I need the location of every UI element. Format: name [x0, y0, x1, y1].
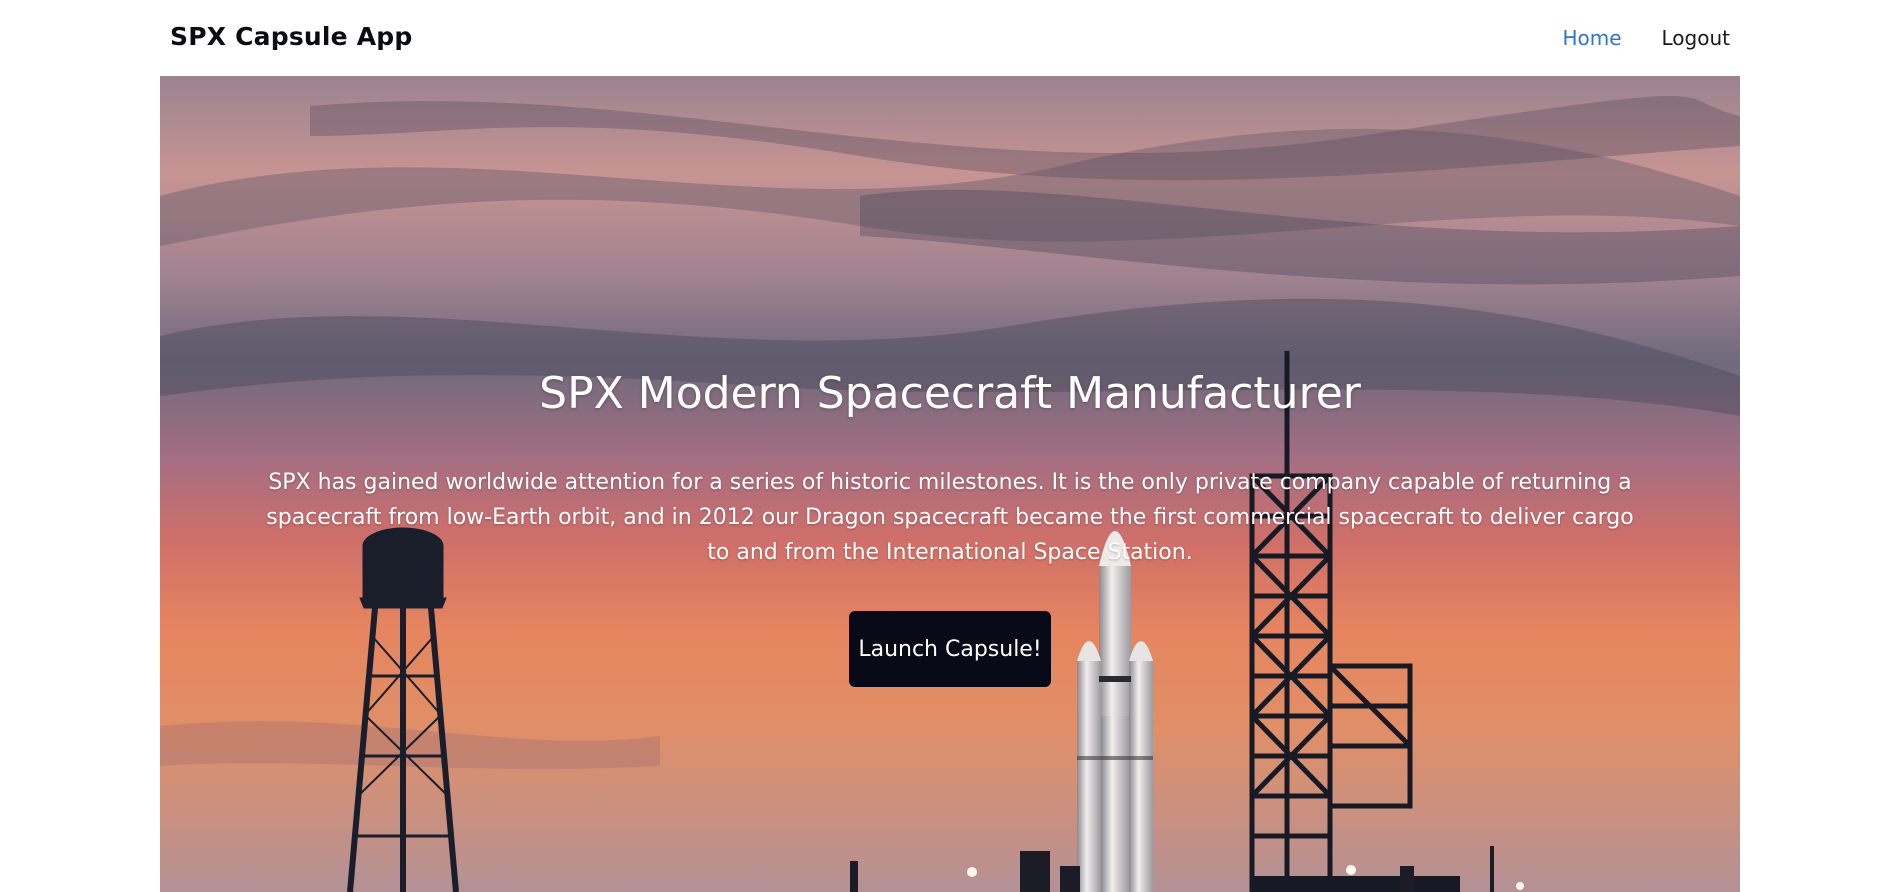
navbar: SPX Capsule App Home Logout — [0, 0, 1898, 76]
brand-logo[interactable]: SPX Capsule App — [170, 22, 412, 51]
hero-title: SPX Modern Spacecraft Manufacturer — [539, 368, 1361, 419]
hero-content: SPX Modern Spacecraft Manufacturer SPX h… — [160, 76, 1740, 892]
nav-home-link[interactable]: Home — [1562, 26, 1621, 50]
launch-capsule-button[interactable]: Launch Capsule! — [849, 611, 1051, 687]
hero-section: SPX Modern Spacecraft Manufacturer SPX h… — [160, 76, 1740, 892]
nav-links: Home Logout — [1562, 26, 1730, 50]
hero-description: SPX has gained worldwide attention for a… — [266, 470, 1634, 565]
nav-logout-link[interactable]: Logout — [1662, 26, 1730, 50]
